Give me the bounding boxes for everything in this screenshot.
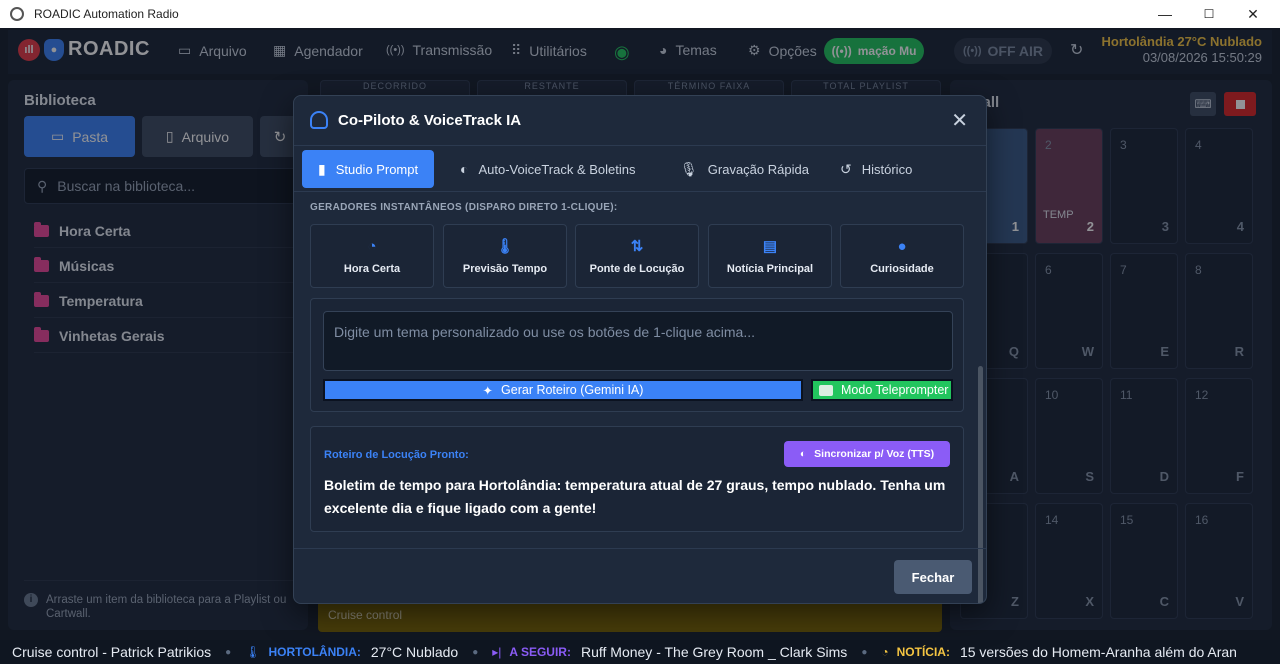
teleprompter-label: Modo Teleprompter <box>841 383 949 397</box>
tab-historico[interactable]: ↺ Histórico <box>824 150 928 188</box>
ticker-dot: ● <box>472 646 479 658</box>
ticker-now: Cruise control - Patrick Patrikios <box>12 644 212 660</box>
tab-label: Auto-VoiceTrack & Boletins <box>478 161 636 177</box>
bridge-icon: ⇅ <box>630 238 644 255</box>
document-icon: ▮ <box>318 160 326 177</box>
tab-studio-prompt[interactable]: ▮ Studio Prompt <box>302 150 435 188</box>
monitor-icon <box>819 384 833 396</box>
minimize-button[interactable]: — <box>1142 0 1188 28</box>
tab-gravacao-rapida[interactable]: 🎙 Gravação Rápida <box>664 150 825 188</box>
history-icon: ↺ <box>840 160 852 177</box>
voice-user-icon: ◐ <box>460 161 469 177</box>
sparkles-icon: ✦ <box>482 383 494 398</box>
next-track-icon: ▸| <box>492 645 502 659</box>
generator-hora-certa-button[interactable]: ◔ Hora Certa <box>310 224 434 288</box>
modal-title: Co-Piloto & VoiceTrack IA <box>338 112 522 129</box>
ticker-weather-value: 27°C Nublado <box>370 644 459 660</box>
voice-user-icon: ◐ <box>799 448 807 460</box>
ticker-news-value: 15 versões do Homem-Aranha além do Aran <box>959 644 1237 660</box>
result-label: Roteiro de Locução Pronto: <box>324 449 469 461</box>
tab-label: Histórico <box>861 161 913 177</box>
tab-auto-voicetrack[interactable]: ◐ Auto-VoiceTrack & Boletins <box>444 150 652 188</box>
sync-label: Sincronizar p/ Voz (TTS) <box>814 448 935 460</box>
prompt-section: Digite um tema personalizado ou use os b… <box>310 298 964 412</box>
lightbulb-icon: ● <box>897 237 907 255</box>
generator-label: Curiosidade <box>870 262 934 275</box>
generate-label: Gerar Roteiro (Gemini IA) <box>501 383 644 397</box>
modal-footer: Fechar <box>294 548 986 603</box>
generator-previsao-tempo-button[interactable]: 🌡 Previsão Tempo <box>443 224 567 288</box>
rss-icon: ◔ <box>881 645 889 659</box>
thermometer-icon: 🌡 <box>245 645 261 659</box>
headset-icon <box>310 111 328 129</box>
newspaper-icon: ▤ <box>762 238 778 255</box>
window-title: ROADIC Automation Radio <box>34 7 179 21</box>
close-window-button[interactable]: ✕ <box>1230 0 1276 28</box>
modal-header: Co-Piloto & VoiceTrack IA ✕ <box>294 96 986 146</box>
thermometer-icon: 🌡 <box>495 238 515 255</box>
result-section: Roteiro de Locução Pronto: ◐ Sincronizar … <box>310 426 964 532</box>
ticker-next-label: A SEGUIR: <box>509 645 571 659</box>
generator-label: Previsão Tempo <box>462 263 548 275</box>
generator-label: Notícia Principal <box>726 263 814 275</box>
modal-body: GERADORES INSTANTÂNEOS (DISPARO DIRETO 1… <box>294 192 986 548</box>
generators-label: GERADORES INSTANTÂNEOS (DISPARO DIRETO 1… <box>310 202 618 213</box>
copilot-modal: Co-Piloto & VoiceTrack IA ✕ ▮ Studio Prom… <box>293 95 987 604</box>
microphone-icon: 🎙 <box>680 160 698 177</box>
prompt-textarea[interactable]: Digite um tema personalizado ou use os b… <box>323 311 953 371</box>
generator-label: Ponte de Locução <box>589 263 685 275</box>
close-icon[interactable]: ✕ <box>951 108 968 133</box>
news-ticker: Cruise control - Patrick Patrikios ● 🌡 H… <box>0 640 1280 664</box>
generator-label: Hora Certa <box>343 262 401 275</box>
sync-tts-button[interactable]: ◐ Sincronizar p/ Voz (TTS) <box>784 441 950 467</box>
generator-curiosidade-button[interactable]: ● Curiosidade <box>840 224 964 288</box>
tab-label: Gravação Rápida <box>707 161 809 177</box>
generator-ponte-locucao-button[interactable]: ⇅ Ponte de Locução <box>575 224 699 288</box>
maximize-button[interactable]: ☐ <box>1186 0 1232 28</box>
ticker-dot: ● <box>861 646 868 658</box>
modal-tabs: ▮ Studio Prompt ◐ Auto-VoiceTrack & Boleti… <box>294 146 986 192</box>
close-modal-button[interactable]: Fechar <box>894 560 972 594</box>
ticker-news-label: NOTÍCIA: <box>896 645 950 659</box>
generate-script-button[interactable]: ✦ Gerar Roteiro (Gemini IA) <box>323 379 803 401</box>
window-titlebar: ROADIC Automation Radio — ☐ ✕ <box>0 0 1280 28</box>
teleprompter-button[interactable]: Modo Teleprompter <box>811 379 953 401</box>
ticker-next-value: Ruff Money - The Grey Room _ Clark Sims <box>580 644 848 660</box>
result-text: Boletim de tempo para Hortolândia: tempe… <box>324 477 946 516</box>
ticker-weather-label: HORTOLÂNDIA: <box>268 645 361 659</box>
tab-label: Studio Prompt <box>335 161 419 177</box>
generator-noticia-principal-button[interactable]: ▤ Notícia Principal <box>708 224 832 288</box>
clock-icon: ◔ <box>367 237 377 255</box>
ticker-dot: ● <box>225 646 232 658</box>
app-icon <box>10 7 24 21</box>
